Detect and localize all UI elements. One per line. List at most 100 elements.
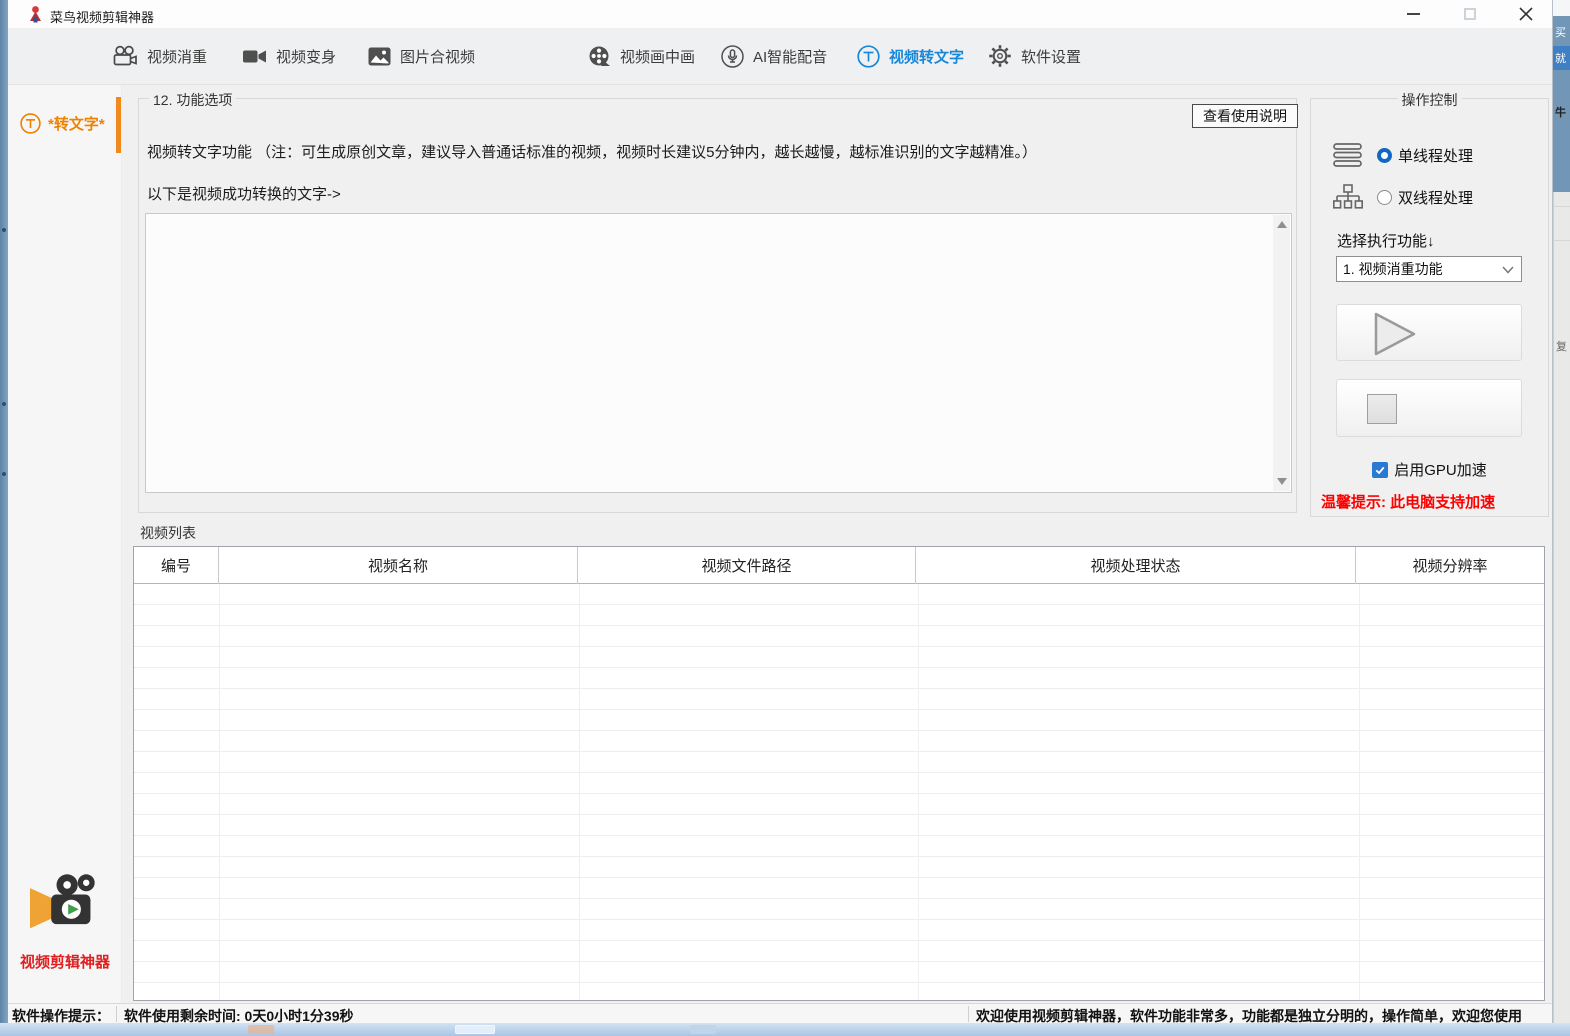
desktop-icon-fragment — [2, 402, 6, 406]
desktop-edge-strip — [0, 0, 8, 1036]
gpu-checkbox-label: 启用GPU加速 — [1394, 459, 1487, 480]
background-window-body: 复 — [1553, 192, 1570, 1023]
film-reel-icon — [588, 46, 611, 67]
status-hint-label: 软件操作提示： — [12, 1006, 110, 1026]
function-select-value: 1. 视频消重功能 — [1343, 259, 1443, 279]
start-button[interactable] — [1336, 304, 1522, 361]
microphone-icon — [721, 45, 744, 68]
app-logo-caption: 视频剪辑神器 — [8, 951, 122, 972]
converted-text-area[interactable] — [145, 213, 1292, 493]
help-button[interactable]: 查看使用说明 — [1192, 104, 1298, 128]
image-icon — [368, 47, 391, 66]
function-select-label: 选择执行功能↓ — [1337, 230, 1435, 251]
column-header-name[interactable]: 视频名称 — [219, 547, 578, 584]
tab-label: 视频变身 — [276, 46, 336, 67]
taskbar-button[interactable] — [455, 1025, 495, 1034]
tab-video-dedup[interactable]: 视频消重 — [112, 28, 207, 84]
tab-label: 软件设置 — [1021, 46, 1081, 67]
column-header-number[interactable]: 编号 — [134, 547, 219, 584]
gpu-checkbox[interactable] — [1372, 462, 1388, 478]
double-thread-label: 双线程处理 — [1398, 187, 1473, 208]
tab-video-to-text[interactable]: 视频转文字 — [857, 28, 964, 84]
vertical-scrollbar[interactable] — [1273, 215, 1290, 491]
video-list-title: 视频列表 — [140, 523, 196, 543]
tab-label: 视频画中画 — [620, 46, 695, 67]
column-header-status[interactable]: 视频处理状态 — [916, 547, 1356, 584]
main-nav-tabbar: 视频消重 视频变身 图片合视频 — [8, 28, 1552, 85]
tab-video-transform[interactable]: 视频变身 — [242, 28, 336, 84]
tab-ai-dubbing[interactable]: AI智能配音 — [721, 28, 827, 84]
desktop-icon-fragment — [2, 472, 6, 476]
single-thread-label: 单线程处理 — [1398, 145, 1473, 166]
queue-icon — [1333, 143, 1363, 167]
tab-label: 图片合视频 — [400, 46, 475, 67]
camcorder-icon — [242, 47, 267, 66]
feature-description: 视频转文字功能 （注：可生成原创文章，建议导入普通话标准的视频，视频时长建议5分… — [147, 141, 1037, 162]
stop-icon — [1367, 394, 1397, 424]
scroll-down-icon[interactable] — [1277, 478, 1287, 485]
function-options-groupbox: 12. 功能选项 查看使用说明 视频转文字功能 （注：可生成原创文章，建议导入普… — [138, 98, 1297, 513]
single-thread-option[interactable]: 单线程处理 — [1333, 139, 1473, 171]
table-body-empty[interactable] — [134, 584, 1544, 1000]
video-list-table[interactable]: 编号 视频名称 视频文件路径 视频处理状态 视频分辨率 — [133, 546, 1545, 1001]
background-text-fragment: 就 — [1555, 50, 1566, 66]
movie-camera-icon — [112, 45, 138, 68]
desktop: 买 就 牛 复 菜鸟视频剪辑神器 — [0, 0, 1570, 1036]
sidebar-active-indicator — [116, 97, 121, 153]
scroll-up-icon[interactable] — [1277, 221, 1287, 228]
letter-t-icon — [20, 113, 41, 134]
statusbar-divider — [968, 1006, 969, 1022]
sidebar-item-label: *转文字* — [48, 113, 105, 134]
close-button[interactable] — [1504, 0, 1548, 28]
statusbar-divider — [116, 1006, 117, 1022]
tab-picture-in-picture[interactable]: 视频画中画 — [588, 28, 695, 84]
maximize-button[interactable] — [1448, 0, 1492, 28]
tab-settings[interactable]: 软件设置 — [988, 28, 1081, 84]
sidebar: *转文字* 视频剪辑神器 — [8, 85, 122, 1003]
gpu-tip-text: 温馨提示: 此电脑支持加速 — [1321, 491, 1495, 512]
tab-image-to-video[interactable]: 图片合视频 — [368, 28, 475, 84]
play-icon — [1373, 311, 1419, 357]
background-text-fragment: 牛 — [1555, 104, 1566, 120]
content-area: *转文字* 视频剪辑神器 12. 功能选项 查看使用说明 视频转文字功能 （注：… — [8, 85, 1552, 1003]
thread-tree-icon — [1333, 184, 1363, 210]
app-window: 菜鸟视频剪辑神器 视频消重 — [8, 0, 1553, 1023]
desktop-icon-fragment — [2, 228, 6, 232]
welcome-text: 欢迎使用视频剪辑神器，软件功能非常多，功能都是独立分明的，操作简单，欢迎您使用 — [976, 1006, 1551, 1026]
column-header-resolution[interactable]: 视频分辨率 — [1356, 547, 1544, 584]
background-text-fragment: 复 — [1556, 338, 1567, 354]
background-selected-item: 就 — [1553, 46, 1570, 70]
groupbox-title: 操作控制 — [1398, 90, 1462, 110]
movie-camera-logo — [30, 873, 100, 935]
letter-t-icon — [857, 45, 880, 68]
tab-label: 视频消重 — [147, 46, 207, 67]
operation-control-groupbox: 操作控制 单线程处理 — [1310, 98, 1549, 517]
stop-button[interactable] — [1336, 379, 1522, 437]
sidebar-item-to-text[interactable]: *转文字* — [8, 103, 122, 143]
table-header-row: 编号 视频名称 视频文件路径 视频处理状态 视频分辨率 — [134, 547, 1544, 584]
app-logo-icon — [27, 5, 44, 23]
function-select[interactable]: 1. 视频消重功能 — [1336, 256, 1522, 282]
single-thread-radio[interactable] — [1377, 148, 1392, 163]
taskbar-button[interactable] — [248, 1025, 274, 1034]
chevron-down-icon — [1502, 266, 1514, 274]
tab-label: AI智能配音 — [753, 46, 827, 67]
gpu-acceleration-option[interactable]: 启用GPU加速 — [1311, 459, 1548, 480]
result-hint: 以下是视频成功转换的文字-> — [147, 183, 341, 204]
minimize-button[interactable] — [1391, 0, 1435, 28]
background-text-fragment: 买 — [1555, 24, 1566, 40]
taskbar-button[interactable] — [690, 1025, 716, 1034]
converted-text-value — [152, 218, 1267, 488]
background-window-sliver: 买 就 牛 复 — [1553, 0, 1570, 1023]
gear-icon — [988, 44, 1012, 68]
double-thread-option[interactable]: 双线程处理 — [1333, 181, 1473, 213]
tab-label: 视频转文字 — [889, 46, 964, 67]
title-bar[interactable]: 菜鸟视频剪辑神器 — [8, 0, 1552, 28]
double-thread-radio[interactable] — [1377, 190, 1392, 205]
status-bar: 软件操作提示： 软件使用剩余时间: 0天0小时1分39秒 欢迎使用视频剪辑神器，… — [8, 1003, 1552, 1023]
remaining-time-text: 软件使用剩余时间: 0天0小时1分39秒 — [124, 1006, 353, 1026]
close-icon — [1519, 7, 1533, 21]
window-title: 菜鸟视频剪辑神器 — [50, 7, 154, 26]
check-icon — [1374, 464, 1386, 476]
column-header-path[interactable]: 视频文件路径 — [578, 547, 916, 584]
